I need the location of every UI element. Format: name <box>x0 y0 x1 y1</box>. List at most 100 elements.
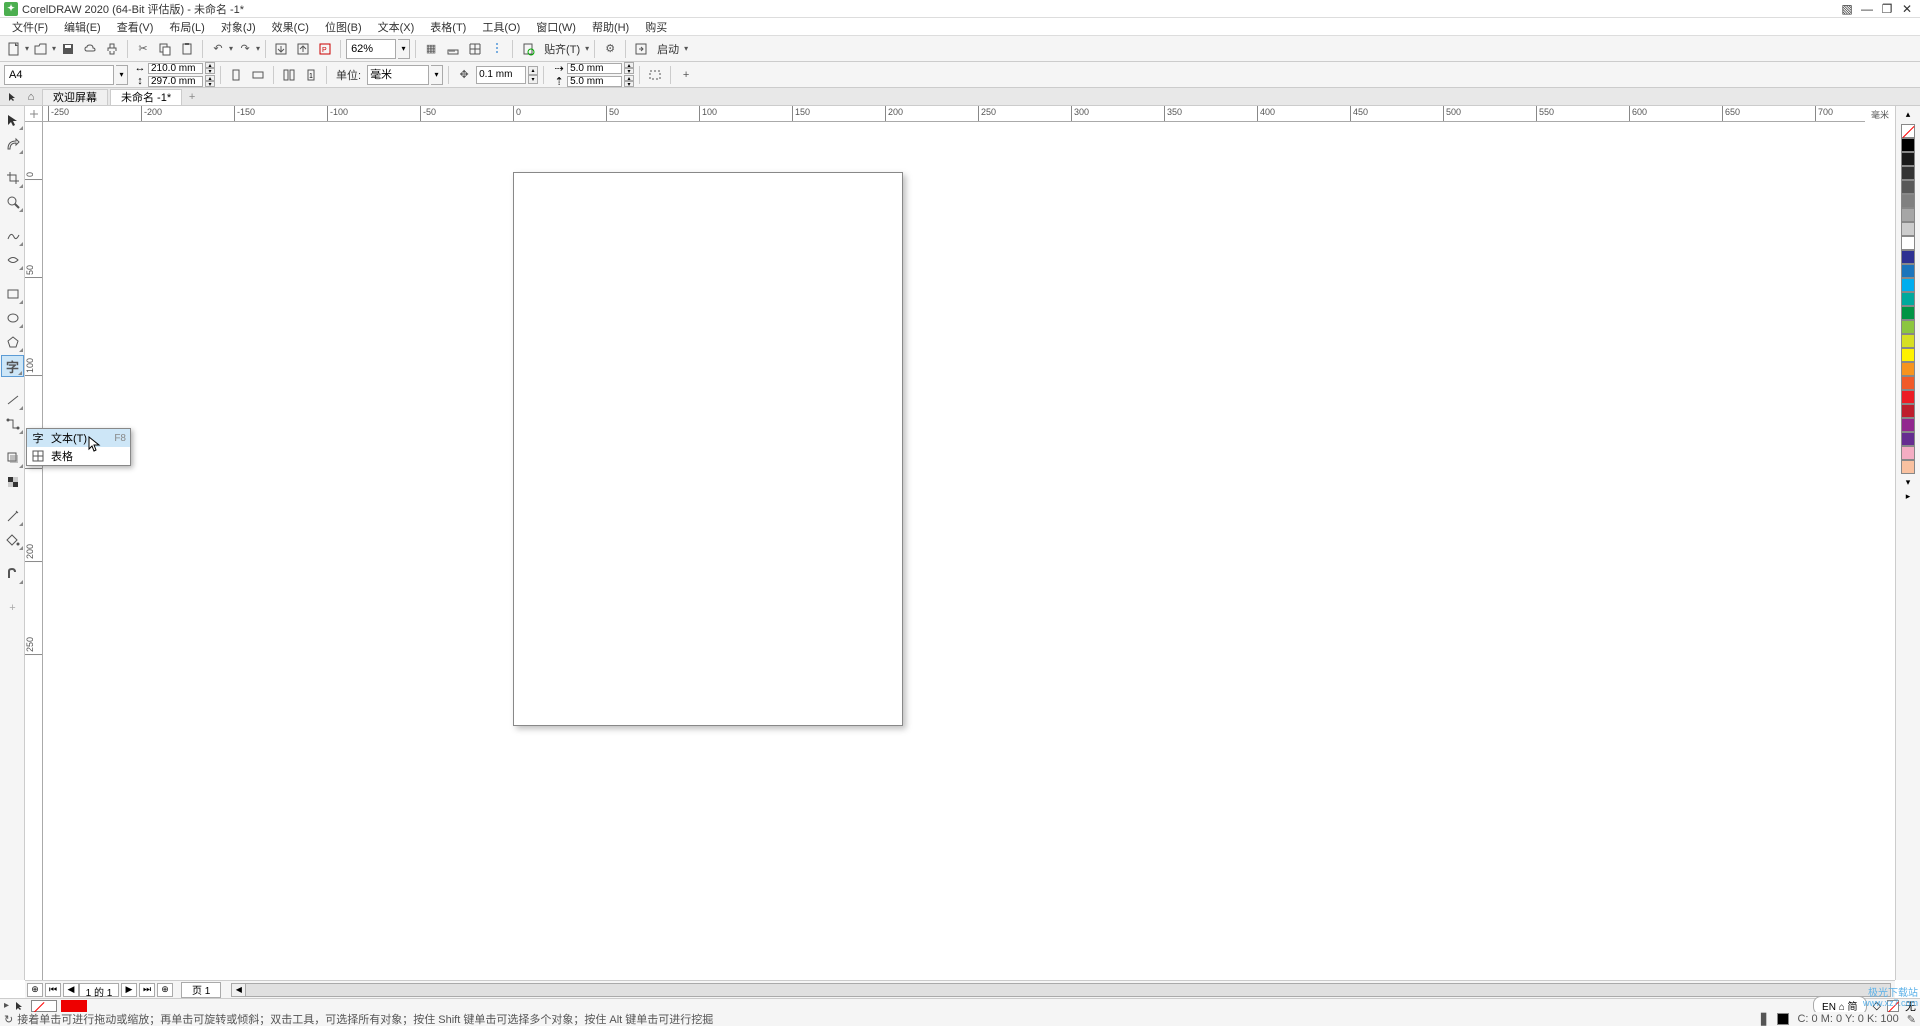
export-button[interactable] <box>293 39 313 59</box>
tool-outline[interactable] <box>1 563 24 585</box>
color-swatch[interactable] <box>1901 194 1915 208</box>
tab-welcome[interactable]: 欢迎屏幕 <box>42 89 108 105</box>
palette-left-icon[interactable]: ▸ <box>4 1000 9 1011</box>
new-button[interactable] <box>4 39 24 59</box>
menu-text[interactable]: 文本(X) <box>370 19 423 35</box>
fullscreen-button[interactable]: ▦ <box>421 39 441 59</box>
tool-polygon[interactable] <box>1 331 24 353</box>
all-pages-button[interactable] <box>279 65 299 85</box>
menu-help[interactable]: 帮助(H) <box>584 19 637 35</box>
tool-add[interactable]: + <box>1 597 24 619</box>
color-swatch[interactable] <box>1901 222 1915 236</box>
page-add-after[interactable]: ⊕ <box>157 983 173 997</box>
page-area[interactable] <box>513 172 903 726</box>
cut-button[interactable]: ✂ <box>133 39 153 59</box>
menu-edit[interactable]: 编辑(E) <box>56 19 109 35</box>
print-button[interactable] <box>102 39 122 59</box>
page-tab-1[interactable]: 页 1 <box>181 982 221 998</box>
nudge-up[interactable]: ▴ <box>528 66 538 75</box>
palette-down[interactable]: ▾ <box>1901 476 1915 488</box>
palette-flyout[interactable]: ▸ <box>1901 490 1915 502</box>
color-swatch[interactable] <box>1901 460 1915 474</box>
dup-x-down[interactable]: ▾ <box>624 68 634 74</box>
landscape-button[interactable] <box>248 65 268 85</box>
color-swatch[interactable] <box>1901 278 1915 292</box>
page-last[interactable]: ⏭ <box>139 983 155 997</box>
palette-up[interactable]: ▴ <box>1901 108 1915 120</box>
undo-button[interactable]: ↶ <box>208 39 228 59</box>
tool-text[interactable]: 字 <box>1 355 24 377</box>
zoom-input[interactable]: 62% <box>346 39 396 59</box>
new-dropdown[interactable]: ▾ <box>25 44 29 53</box>
horizontal-ruler[interactable]: -250-200-150-100-50050100150200250300350… <box>43 106 1895 122</box>
page-size-dropdown[interactable]: ▾ <box>116 65 128 85</box>
color-swatch[interactable] <box>1901 180 1915 194</box>
menu-object[interactable]: 对象(J) <box>213 19 264 35</box>
flyout-text-tool[interactable]: 字 文本(T) F8 <box>27 429 130 447</box>
show-guides-button[interactable] <box>487 39 507 59</box>
flyout-table-tool[interactable]: 表格 <box>27 447 130 465</box>
menu-table[interactable]: 表格(T) <box>422 19 474 35</box>
dup-x-input[interactable] <box>567 63 622 74</box>
show-grid-button[interactable] <box>465 39 485 59</box>
paste-button[interactable] <box>177 39 197 59</box>
color-swatch[interactable] <box>1901 208 1915 222</box>
menu-effect[interactable]: 效果(C) <box>264 19 317 35</box>
tool-dimension[interactable] <box>1 389 24 411</box>
page-frame-button[interactable] <box>645 65 665 85</box>
launch-dropdown[interactable]: ▾ <box>684 44 688 53</box>
tool-pick[interactable] <box>1 109 24 131</box>
redo-button[interactable]: ↷ <box>235 39 255 59</box>
swatch-none[interactable] <box>1901 124 1915 138</box>
tool-eyedropper[interactable] <box>1 505 24 527</box>
zoom-dropdown[interactable]: ▾ <box>398 39 410 59</box>
ruler-origin[interactable] <box>25 106 43 122</box>
page-add[interactable]: ⊕ <box>27 983 43 997</box>
tool-rectangle[interactable] <box>1 283 24 305</box>
canvas[interactable] <box>43 122 1895 980</box>
vertical-ruler[interactable]: 050100150200250-50-100-150-200-250-300 <box>25 122 43 980</box>
page-next[interactable]: ▶ <box>121 983 137 997</box>
dup-y-down[interactable]: ▾ <box>624 81 634 87</box>
tool-crop[interactable] <box>1 167 24 189</box>
hpalette-swatch-none[interactable] <box>31 1000 57 1012</box>
publish-button[interactable]: P <box>315 39 335 59</box>
maximize-button[interactable]: ❐ <box>1878 2 1896 16</box>
open-dropdown[interactable]: ▾ <box>52 44 56 53</box>
page-prev[interactable]: ◀ <box>63 983 79 997</box>
tool-zoom[interactable] <box>1 191 24 213</box>
color-swatch[interactable] <box>1901 166 1915 180</box>
undo-dropdown[interactable]: ▾ <box>229 44 233 53</box>
ribbon-toggle-icon[interactable]: ▧ <box>1838 2 1856 16</box>
home-icon[interactable]: ⌂ <box>22 89 40 105</box>
add-toolbar-button[interactable]: + <box>676 65 696 85</box>
color-swatch[interactable] <box>1901 292 1915 306</box>
height-down[interactable]: ▾ <box>205 81 215 87</box>
menu-view[interactable]: 查看(V) <box>109 19 162 35</box>
nudge-input[interactable] <box>476 66 526 84</box>
dup-y-input[interactable] <box>567 76 622 87</box>
color-swatch[interactable] <box>1901 446 1915 460</box>
tool-shape[interactable] <box>1 133 24 155</box>
page-height-input[interactable] <box>148 76 203 87</box>
status-edit-icon[interactable]: ✎ <box>1907 1013 1916 1026</box>
tool-drop-shadow[interactable] <box>1 447 24 469</box>
tool-ellipse[interactable] <box>1 307 24 329</box>
hpalette-swatch-red[interactable] <box>61 1000 87 1012</box>
launch-icon[interactable] <box>631 39 651 59</box>
horizontal-scrollbar[interactable]: ◀ <box>231 983 1891 997</box>
menu-layout[interactable]: 布局(L) <box>161 19 212 35</box>
color-swatch[interactable] <box>1901 236 1915 250</box>
color-swatch[interactable] <box>1901 152 1915 166</box>
color-swatch[interactable] <box>1901 320 1915 334</box>
cloud-button[interactable] <box>80 39 100 59</box>
tab-document[interactable]: 未命名 -1* <box>110 89 182 105</box>
page-first[interactable]: ⏮ <box>45 983 61 997</box>
color-swatch[interactable] <box>1901 376 1915 390</box>
minimize-button[interactable]: — <box>1858 2 1876 16</box>
unit-select[interactable]: 毫米 <box>367 65 429 85</box>
color-swatch[interactable] <box>1901 138 1915 152</box>
tab-add-button[interactable]: + <box>184 89 200 105</box>
color-swatch[interactable] <box>1901 348 1915 362</box>
color-swatch[interactable] <box>1901 404 1915 418</box>
